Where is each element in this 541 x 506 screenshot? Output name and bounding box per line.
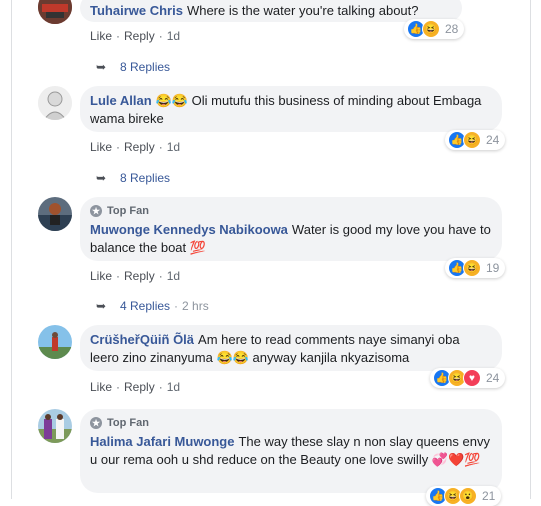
reply-arrow-icon: ➥ — [96, 171, 107, 185]
timestamp[interactable]: 1d — [167, 380, 180, 394]
view-replies-link[interactable]: ➥ 8 Replies — [96, 60, 170, 74]
comment-author[interactable]: Tuhairwe Chris — [90, 3, 183, 18]
reply-button[interactable]: Reply — [124, 269, 155, 283]
replies-time: 2 hrs — [182, 299, 209, 313]
heart-icon: ♥ — [463, 369, 481, 387]
avatar[interactable] — [38, 0, 72, 24]
comment-bubble: Tuhairwe Chris Where is the water you're … — [80, 0, 462, 22]
avatar[interactable] — [38, 197, 72, 231]
like-button[interactable]: Like — [90, 269, 112, 283]
reply-button[interactable]: Reply — [124, 29, 155, 43]
reaction-count: 19 — [486, 261, 500, 275]
comment-bubble: Lule Allan 😂😂 Oli mutufu this business of… — [80, 86, 502, 132]
star-icon: ★ — [90, 205, 102, 217]
comment-author[interactable]: Halima Jafari Muwonge — [90, 434, 234, 449]
reaction-count: 21 — [482, 489, 496, 503]
reaction-summary[interactable]: 👍 😆 24 — [445, 130, 506, 150]
like-button[interactable]: Like — [90, 380, 112, 394]
comment-text: Where is the water you're talking about? — [186, 3, 419, 18]
like-button[interactable]: Like — [90, 140, 112, 154]
comment-actions: Like · Reply · 1d — [90, 269, 181, 283]
comment-bubble: ★ Top Fan Muwonge Kennedys Nabikoowa Water… — [80, 197, 502, 261]
reaction-summary[interactable]: 👍 😆 ♥ 24 — [430, 368, 506, 388]
comment-bubble: CrüšheřQüiñ Õlä Am here to read comments … — [80, 325, 502, 371]
reaction-summary[interactable]: 👍 😆 19 — [445, 258, 506, 278]
comment-author[interactable]: Muwonge Kennedys Nabikoowa — [90, 222, 288, 237]
timestamp[interactable]: 1d — [167, 269, 180, 283]
reaction-count: 24 — [486, 371, 500, 385]
reaction-summary[interactable]: 👍 😆 😮 21 — [426, 486, 502, 506]
comment-bubble: ★ Top Fan Halima Jafari Muwonge The way th… — [80, 409, 502, 493]
comment-actions: Like · Reply · 1d — [90, 380, 181, 394]
reply-arrow-icon: ➥ — [96, 60, 107, 74]
avatar[interactable] — [38, 409, 72, 443]
reply-button[interactable]: Reply — [124, 380, 155, 394]
view-replies-link[interactable]: ➥ 4 Replies · 2 hrs — [96, 299, 209, 313]
haha-icon: 😆 — [463, 259, 481, 277]
like-button[interactable]: Like — [90, 29, 112, 43]
star-icon: ★ — [90, 417, 102, 429]
haha-icon: 😆 — [422, 20, 440, 38]
comment-author[interactable]: CrüšheřQüiñ Õlä — [90, 332, 194, 347]
reaction-summary[interactable]: 👍 😆 28 — [404, 19, 465, 39]
reply-button[interactable]: Reply — [124, 140, 155, 154]
comment-actions: Like · Reply · 1d — [90, 29, 181, 43]
wow-icon: 😮 — [459, 487, 477, 505]
reaction-count: 28 — [445, 22, 459, 36]
timestamp[interactable]: 1d — [167, 140, 180, 154]
avatar[interactable] — [38, 86, 72, 120]
haha-icon: 😆 — [463, 131, 481, 149]
timestamp[interactable]: 1d — [167, 29, 180, 43]
top-fan-badge: ★ Top Fan — [90, 417, 149, 429]
comment-actions: Like · Reply · 1d — [90, 140, 181, 154]
comments-panel: Tuhairwe Chris Where is the water you're … — [11, 0, 531, 506]
reply-arrow-icon: ➥ — [96, 299, 107, 313]
reaction-count: 24 — [486, 133, 500, 147]
comment-author[interactable]: Lule Allan — [90, 93, 152, 108]
view-replies-link[interactable]: ➥ 8 Replies — [96, 171, 170, 185]
avatar[interactable] — [38, 325, 72, 359]
top-fan-badge: ★ Top Fan — [90, 205, 149, 217]
